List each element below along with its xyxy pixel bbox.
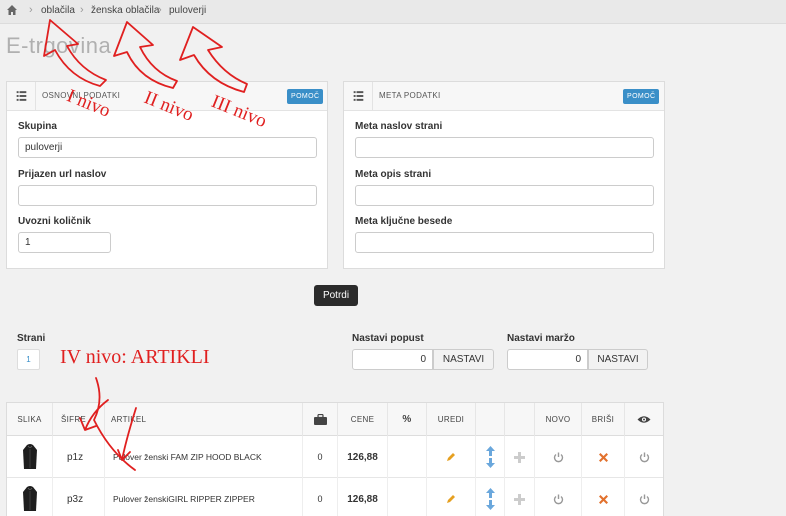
delete-cell <box>582 436 625 478</box>
discount-input[interactable]: 0 <box>352 349 433 370</box>
product-price: 126,88 <box>338 478 388 516</box>
move-cell <box>476 478 505 516</box>
discount-label: Nastavi popust <box>352 333 424 344</box>
meta-title-input[interactable] <box>355 137 654 158</box>
col-new: NOVO <box>535 403 582 436</box>
power-icon[interactable] <box>639 494 650 505</box>
power-icon[interactable] <box>639 452 650 463</box>
hoodie-image <box>22 444 37 469</box>
panel-title: META PODATKI <box>379 91 441 100</box>
col-move <box>476 403 505 436</box>
breadcrumb-separator: › <box>158 4 162 16</box>
visible-cell <box>625 436 663 478</box>
product-name[interactable]: Pulover ženski FAM ZIP HOOD BLACK <box>105 436 303 478</box>
url-input[interactable] <box>18 185 317 206</box>
col-price: CENE <box>338 403 388 436</box>
edit-cell <box>427 436 476 478</box>
product-code: p3z <box>53 478 105 516</box>
col-add <box>505 403 535 436</box>
delete-cell <box>582 478 625 516</box>
breadcrumb-item-oblacila[interactable]: oblačila <box>41 5 75 16</box>
list-icon <box>353 82 373 110</box>
pages-label: Strani <box>17 333 46 344</box>
margin-set-button[interactable]: NASTAVI <box>588 349 648 370</box>
add-cell <box>505 478 535 516</box>
group-input[interactable]: puloverji <box>18 137 317 158</box>
meta-desc-input[interactable] <box>355 185 654 206</box>
panel-header: META PODATKI POMOČ <box>344 82 664 111</box>
product-thumbnail[interactable] <box>7 436 53 478</box>
breadcrumb-separator: › <box>29 4 33 16</box>
group-label: Skupina <box>18 121 57 132</box>
briefcase-icon <box>313 414 327 426</box>
arrow-down-icon[interactable] <box>485 500 495 510</box>
product-code: p1z <box>53 436 105 478</box>
margin-input[interactable]: 0 <box>507 349 588 370</box>
plus-icon[interactable] <box>514 493 525 505</box>
meta-desc-label: Meta opis strani <box>355 169 432 180</box>
col-image: SLIKA <box>7 403 53 436</box>
annotation-level-4: IV nivo: ARTIKLI <box>60 346 210 368</box>
product-percent <box>388 478 427 516</box>
eye-icon <box>637 416 651 424</box>
page-title: E-trgovina <box>6 33 112 58</box>
plus-icon[interactable] <box>514 451 525 463</box>
power-icon[interactable] <box>553 494 564 505</box>
articles-table: SLIKA ŠIFRE ARTIKEL CENE % UREDI NOVO BR… <box>6 402 664 516</box>
edit-cell <box>427 478 476 516</box>
pencil-icon[interactable] <box>446 494 456 504</box>
product-price: 126,88 <box>338 436 388 478</box>
arrow-up-icon[interactable] <box>485 446 495 456</box>
col-delete: BRIŠI <box>582 403 625 436</box>
pencil-icon[interactable] <box>446 452 456 462</box>
table-row[interactable]: p1z Pulover ženski FAM ZIP HOOD BLACK 0 … <box>7 436 663 478</box>
x-icon[interactable] <box>598 494 608 504</box>
product-stock: 0 <box>303 436 338 478</box>
table-header: SLIKA ŠIFRE ARTIKEL CENE % UREDI NOVO BR… <box>7 403 663 436</box>
margin-label: Nastavi maržo <box>507 333 575 344</box>
move-cell <box>476 436 505 478</box>
home-icon[interactable] <box>6 4 18 16</box>
product-percent <box>388 436 427 478</box>
add-cell <box>505 436 535 478</box>
col-article: ARTIKEL <box>105 403 303 436</box>
factor-label: Uvozni količnik <box>18 216 91 227</box>
help-button[interactable]: POMOČ <box>623 89 660 104</box>
product-thumbnail[interactable] <box>7 478 53 516</box>
meta-title-label: Meta naslov strani <box>355 121 443 132</box>
meta-data-panel: META PODATKI POMOČ Meta naslov strani Me… <box>343 81 665 269</box>
product-stock: 0 <box>303 478 338 516</box>
breadcrumb-item-puloverji[interactable]: puloverji <box>169 5 206 16</box>
arrow-down-icon[interactable] <box>485 458 495 468</box>
x-icon[interactable] <box>598 452 608 462</box>
power-icon[interactable] <box>553 452 564 463</box>
breadcrumb-separator: › <box>80 4 84 16</box>
discount-set-button[interactable]: NASTAVI <box>433 349 494 370</box>
confirm-button[interactable]: Potrdi <box>314 285 358 306</box>
col-edit: UREDI <box>427 403 476 436</box>
col-percent: % <box>388 403 427 436</box>
hoodie-image <box>22 486 37 511</box>
meta-keywords-label: Meta ključne besede <box>355 216 453 227</box>
help-button[interactable]: POMOČ <box>287 89 324 104</box>
breadcrumb-item-zenska-oblacila[interactable]: ženska oblačila <box>91 5 159 16</box>
visible-cell <box>625 478 663 516</box>
new-cell <box>535 436 582 478</box>
page-button-1[interactable]: 1 <box>17 349 40 370</box>
col-code: ŠIFRE <box>53 403 105 436</box>
factor-input[interactable]: 1 <box>18 232 111 253</box>
meta-keywords-input[interactable] <box>355 232 654 253</box>
url-label: Prijazen url naslov <box>18 169 107 180</box>
arrow-up-icon[interactable] <box>485 488 495 498</box>
product-name[interactable]: Pulover ženskiGIRL RIPPER ZIPPER <box>105 478 303 516</box>
col-visible <box>625 403 663 436</box>
col-stock <box>303 403 338 436</box>
table-row[interactable]: p3z Pulover ženskiGIRL RIPPER ZIPPER 0 1… <box>7 478 663 516</box>
new-cell <box>535 478 582 516</box>
list-icon <box>16 82 36 110</box>
